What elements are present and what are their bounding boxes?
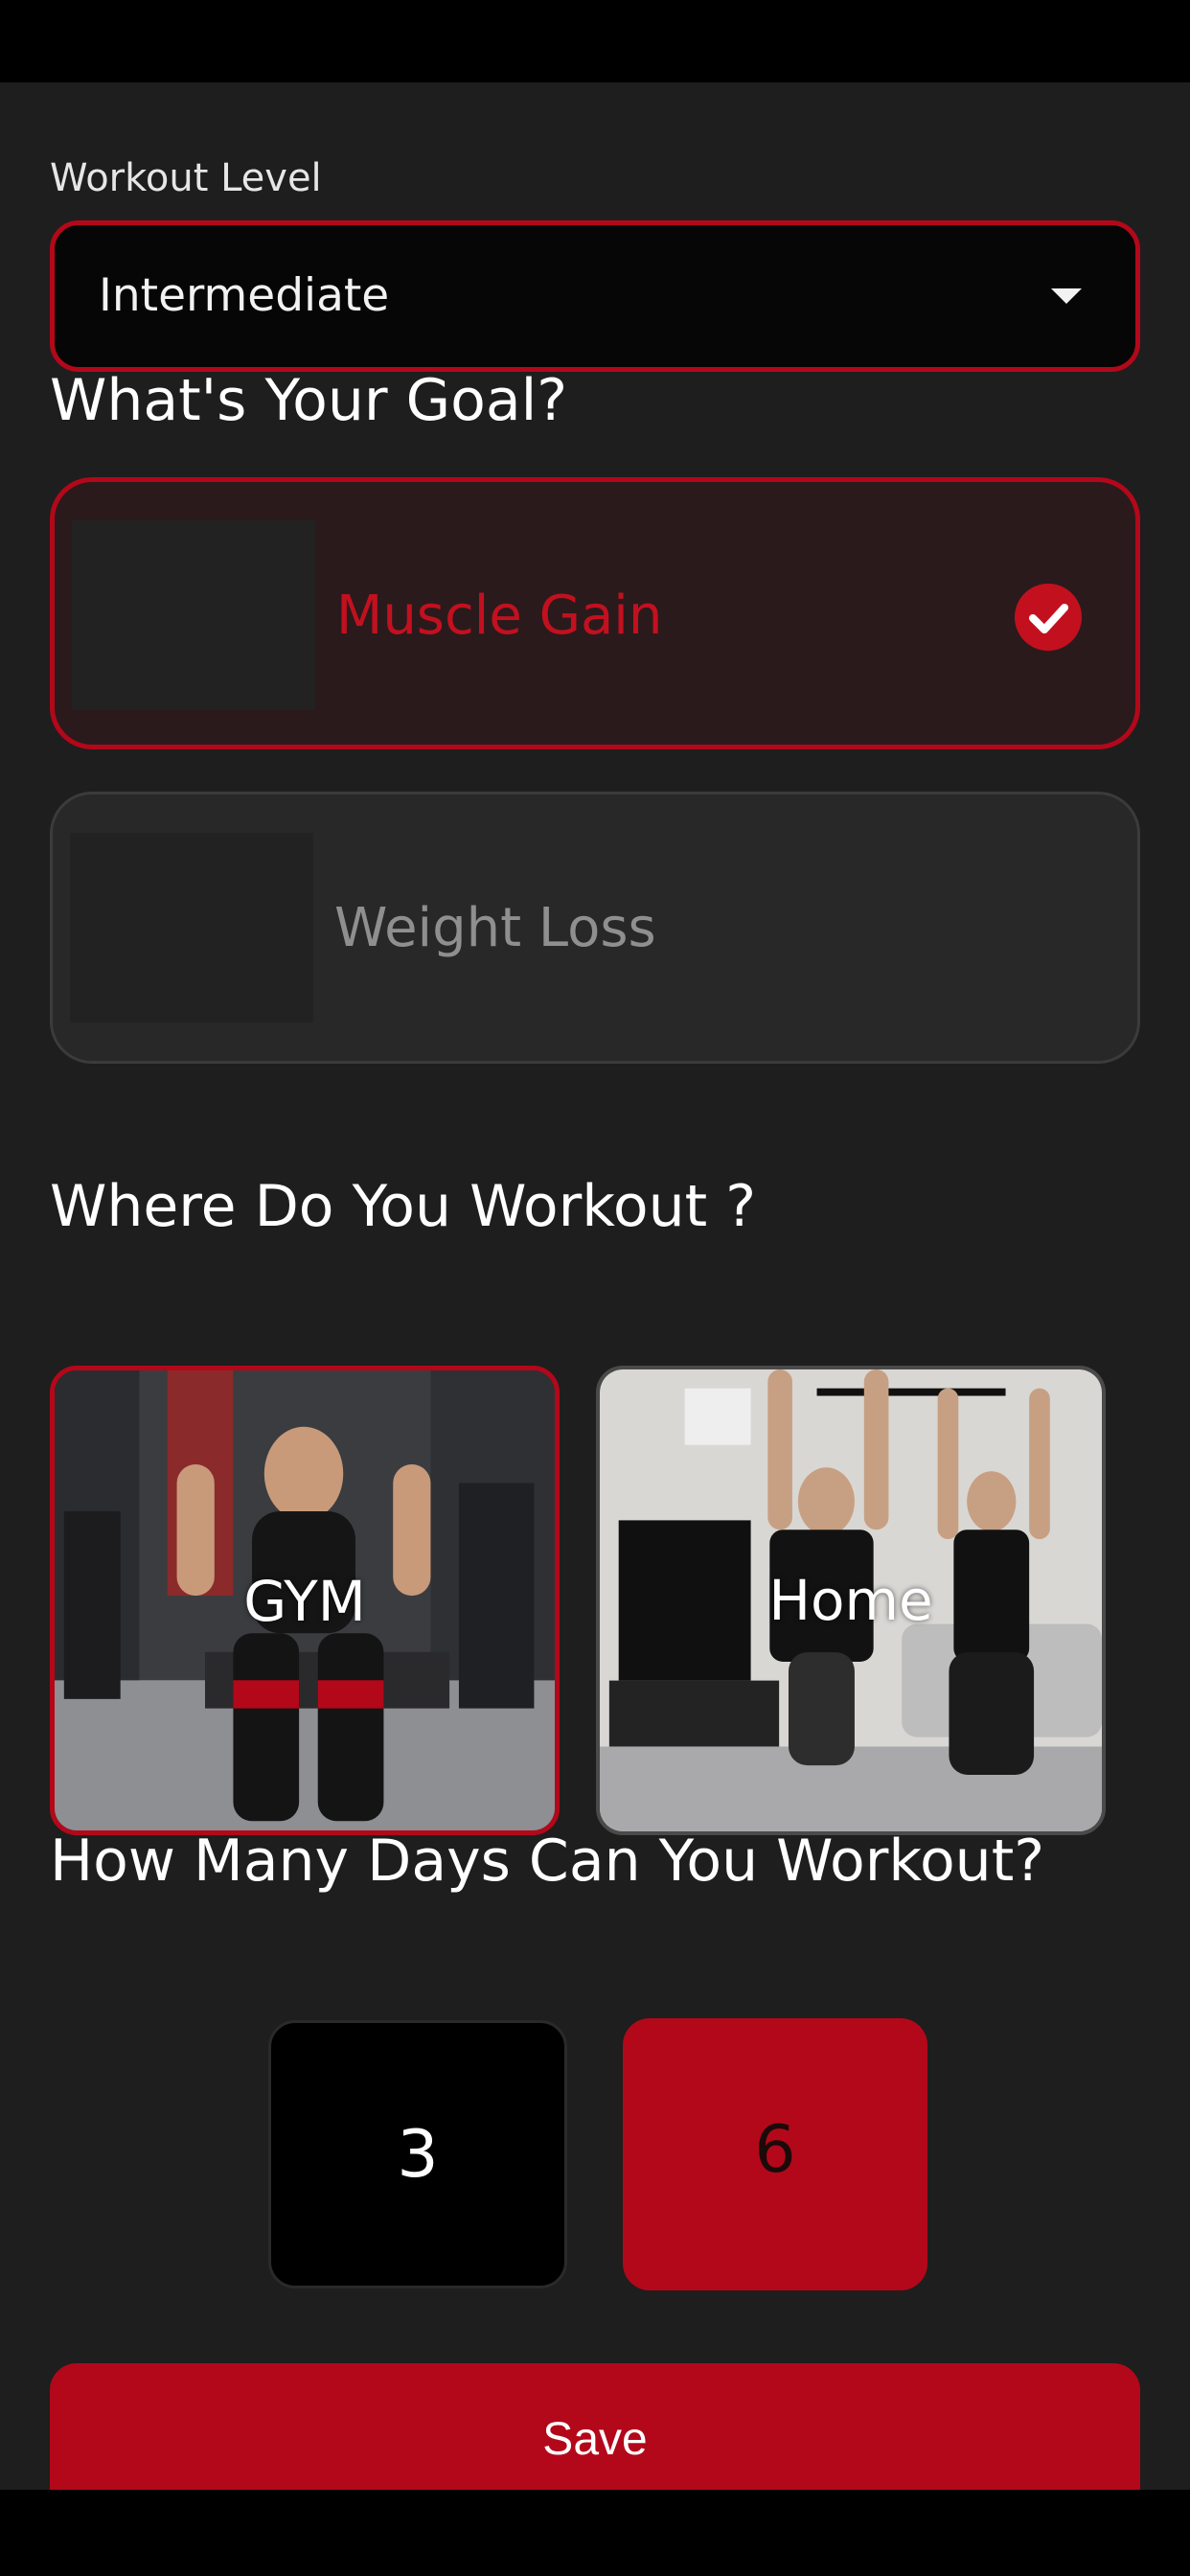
- days-option-label: 3: [397, 2117, 439, 2193]
- goal-option-muscle-gain[interactable]: Muscle Gain: [50, 477, 1140, 749]
- days-option-3[interactable]: 3: [268, 2020, 567, 2288]
- goal-option-label: Muscle Gain: [336, 585, 663, 647]
- goal-section-title: What's Your Goal?: [50, 367, 568, 434]
- save-button-label: Save: [542, 2414, 648, 2465]
- location-option-label: GYM: [243, 1569, 366, 1634]
- goal-option-label: Weight Loss: [334, 897, 656, 959]
- check-circle-icon: [1015, 584, 1082, 651]
- location-section-title: Where Do You Workout ?: [50, 1173, 757, 1240]
- days-section-title: How Many Days Can You Workout?: [50, 1828, 1045, 1895]
- workout-level-value: Intermediate: [99, 269, 390, 322]
- status-bar: [0, 0, 1190, 82]
- location-option-gym[interactable]: GYM: [50, 1366, 560, 1835]
- location-option-home[interactable]: Home: [596, 1366, 1106, 1835]
- workout-level-dropdown[interactable]: Intermediate: [50, 220, 1140, 372]
- goal-thumbnail: [72, 520, 315, 710]
- goal-option-weight-loss[interactable]: Weight Loss: [50, 792, 1140, 1064]
- workout-preferences-screen: Workout Level Intermediate What's Your G…: [0, 82, 1190, 2517]
- goal-thumbnail: [70, 833, 313, 1023]
- navigation-bar: [0, 2490, 1190, 2576]
- location-option-label: Home: [768, 1568, 933, 1633]
- days-option-6[interactable]: 6: [623, 2018, 927, 2290]
- days-option-label: 6: [754, 2112, 796, 2188]
- workout-level-label: Workout Level: [50, 156, 322, 200]
- chevron-down-icon: [1051, 288, 1082, 304]
